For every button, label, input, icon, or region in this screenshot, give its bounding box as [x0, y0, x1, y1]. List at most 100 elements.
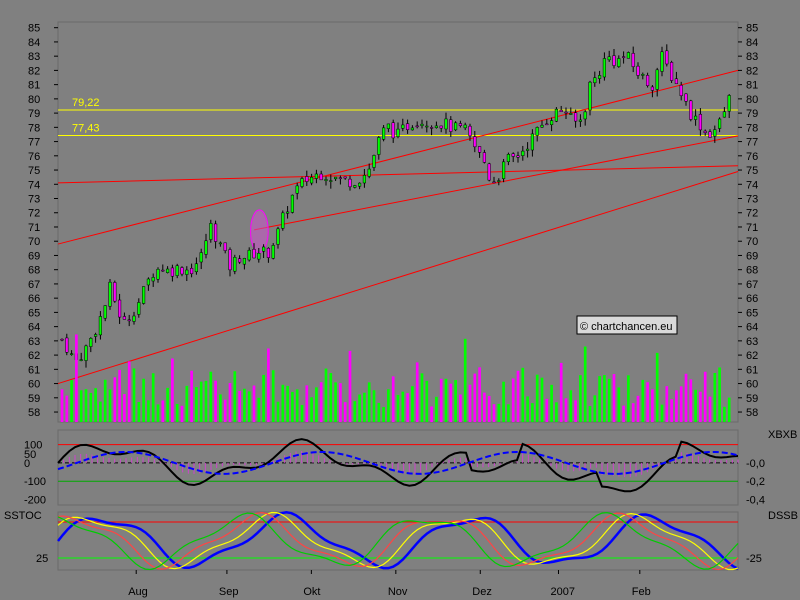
candle-body	[511, 153, 515, 157]
volume-bar	[531, 403, 534, 422]
volume-bar	[617, 387, 621, 422]
volume-bar	[670, 399, 673, 422]
candle-body	[276, 228, 280, 245]
candle-body	[65, 337, 69, 353]
volume-bar	[641, 379, 645, 422]
y-tick-label-left: 81	[28, 80, 40, 92]
candle-body	[358, 182, 362, 187]
candle-body	[348, 178, 352, 188]
candle-body	[271, 245, 275, 259]
candle-body	[727, 95, 731, 112]
volume-bar	[487, 395, 491, 422]
y-tick-label-left: 75	[28, 165, 40, 177]
candle-body	[674, 78, 678, 84]
volume-bar	[415, 362, 419, 422]
copyright-text: © chartchancen.eu	[580, 321, 673, 333]
candle-body	[70, 353, 74, 355]
candle-body	[473, 136, 477, 148]
volume-bar	[660, 404, 664, 422]
candle-body	[550, 120, 554, 126]
candle-body	[406, 123, 410, 130]
x-tick-label: Sep	[219, 586, 239, 598]
candle-body	[708, 131, 712, 138]
volume-bar	[382, 406, 385, 422]
volume-bar	[502, 381, 505, 422]
volume-bar	[339, 383, 342, 422]
candle-body	[175, 265, 179, 276]
candle-body	[516, 155, 520, 158]
volume-bar	[699, 391, 702, 422]
trend-line	[254, 135, 739, 231]
volume-bar	[713, 372, 717, 422]
volume-bar	[497, 403, 501, 422]
volume-bar	[75, 334, 78, 422]
volume-bar	[276, 401, 280, 422]
y-tick-label-right: 64	[746, 322, 758, 334]
candle-body	[526, 148, 530, 151]
candle-body	[161, 269, 165, 272]
candle-body	[449, 119, 453, 132]
volume-bar	[646, 382, 649, 422]
volume-bar	[99, 401, 102, 422]
candle-body	[98, 316, 102, 336]
candle-body	[305, 176, 309, 182]
y-tick-label-left: 59	[28, 393, 40, 405]
candle-body	[180, 267, 184, 275]
candle-body	[530, 133, 534, 151]
volume-bar	[315, 387, 318, 422]
volume-bar	[540, 377, 544, 422]
candle-body	[650, 86, 654, 91]
volume-bar	[401, 391, 405, 422]
price-panel: 79,22 77,43	[57, 21, 739, 423]
candle-body	[660, 51, 664, 72]
volume-bar	[559, 362, 563, 422]
x-tick-label: Dez	[472, 586, 492, 598]
candle-body	[578, 119, 582, 122]
xbxb-tick-left: 0	[24, 458, 30, 470]
volume-bar	[291, 391, 294, 422]
candle-body	[156, 268, 160, 280]
volume-bar	[492, 404, 496, 422]
volume-bar	[300, 404, 304, 422]
volume-bar	[569, 390, 573, 422]
volume-bar	[708, 396, 712, 422]
candle-body	[598, 75, 602, 79]
candle-body	[636, 65, 640, 76]
sstoc-tick-right: -25	[746, 553, 762, 565]
xbxb-tick-left: -200	[24, 495, 46, 507]
volume-bar	[367, 382, 371, 422]
y-tick-label-left: 73	[28, 194, 40, 206]
candle-body	[391, 122, 395, 139]
price-frame	[57, 21, 739, 423]
candle-body	[290, 194, 294, 213]
candle-body	[218, 242, 222, 245]
volume-bar	[588, 406, 592, 422]
candle-body	[310, 177, 314, 184]
y-tick-label-left: 78	[28, 122, 40, 134]
candle-body	[722, 111, 726, 118]
trend-line	[57, 170, 739, 385]
volume-bar	[310, 397, 313, 422]
y-tick-label-right: 81	[746, 80, 758, 92]
volume-bar	[612, 374, 616, 422]
y-tick-label-left: 74	[28, 179, 40, 191]
volume-bar	[319, 382, 323, 422]
y-tick-label-left: 64	[28, 322, 40, 334]
candle-body	[266, 247, 270, 258]
candle-body	[377, 137, 381, 155]
volume-bar	[281, 384, 285, 422]
y-tick-label-right: 77	[746, 137, 758, 149]
volume-bar	[190, 370, 193, 422]
volume-bar	[703, 371, 707, 422]
volume-bar	[166, 387, 169, 422]
candle-body	[353, 185, 357, 188]
y-tick-label-left: 83	[28, 51, 40, 63]
volume-bar	[387, 389, 390, 422]
y-tick-label-right: 82	[746, 65, 758, 77]
highlight-ellipse	[250, 209, 269, 254]
volume-bar	[156, 404, 160, 422]
y-tick-label-left: 67	[28, 279, 40, 291]
candle-body	[118, 299, 122, 318]
candle-body	[372, 155, 376, 168]
candle-body	[84, 345, 88, 361]
